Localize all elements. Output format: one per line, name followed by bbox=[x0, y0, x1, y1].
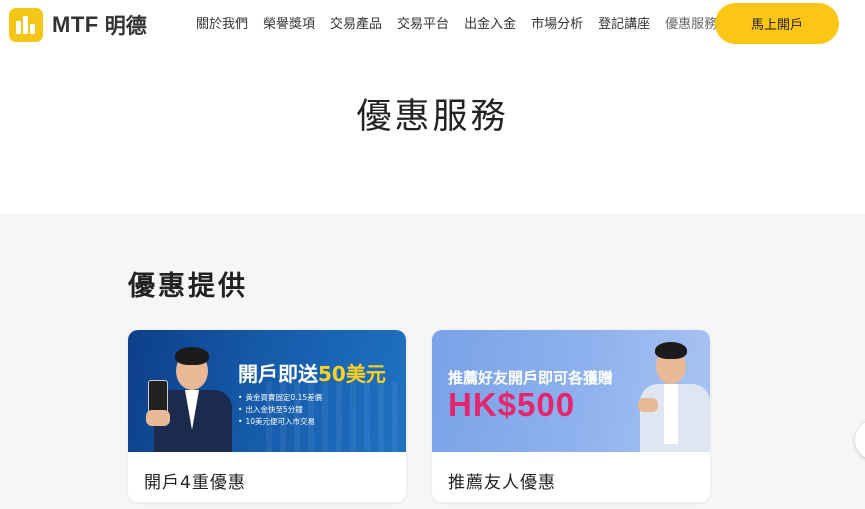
banner-bullet-list: 黃金買賣固定0.15差價 出入金快至5分鐘 10美元便可入市交易 bbox=[238, 392, 322, 428]
open-account-button[interactable]: 馬上開戶 bbox=[715, 3, 839, 44]
logo-text: MTF bbox=[52, 12, 99, 37]
banner-headline: 推薦好友開戶即可各獲贈 bbox=[448, 369, 614, 387]
logo-bars-icon bbox=[9, 8, 43, 42]
nav-item-about[interactable]: 關於我們 bbox=[196, 17, 248, 33]
nav-item-seminars[interactable]: 登記講座 bbox=[598, 17, 650, 33]
presenter-pointing-image bbox=[628, 336, 710, 452]
hero-section: 優惠服務 bbox=[0, 52, 865, 214]
offer-card-label: 推薦友人優惠 bbox=[448, 473, 556, 493]
nav-item-promotions[interactable]: 優惠服務 bbox=[665, 17, 717, 33]
logo-cn-text: 明德 bbox=[104, 14, 147, 38]
banner-bullet: 黃金買賣固定0.15差價 bbox=[238, 392, 322, 404]
page-title: 優惠服務 bbox=[356, 97, 509, 137]
offer-card-referral[interactable]: 推薦好友開戶即可各獲贈 HK$500 推薦友人優惠 bbox=[432, 330, 710, 502]
offers-section: 優惠提供 開戶即送50美元 黃金買賣固定0.15差價 出入金快至5分鐘 10美元… bbox=[0, 214, 865, 509]
main-nav: 關於我們 榮譽獎項 交易產品 交易平台 出金入金 市場分析 登記講座 優惠服務 bbox=[196, 17, 732, 33]
banner-amount: 50美元 bbox=[318, 362, 386, 386]
site-header: MTF 明德 關於我們 榮譽獎項 交易產品 交易平台 出金入金 市場分析 登記講… bbox=[0, 0, 865, 52]
nav-item-market-analysis[interactable]: 市場分析 bbox=[531, 17, 583, 33]
section-title: 優惠提供 bbox=[128, 271, 248, 302]
banner-amount: HK$500 bbox=[448, 386, 576, 423]
banner-headline: 開戶即送50美元 bbox=[238, 362, 386, 386]
nav-item-platforms[interactable]: 交易平台 bbox=[397, 17, 449, 33]
offer-card-account-opening[interactable]: 開戶即送50美元 黃金買賣固定0.15差價 出入金快至5分鐘 10美元便可入市交… bbox=[128, 330, 406, 502]
nav-item-products[interactable]: 交易產品 bbox=[330, 17, 382, 33]
banner-bullet: 10美元便可入市交易 bbox=[238, 416, 322, 428]
offer-banner-account-opening: 開戶即送50美元 黃金買賣固定0.15差價 出入金快至5分鐘 10美元便可入市交… bbox=[128, 330, 406, 452]
offer-banner-referral: 推薦好友開戶即可各獲贈 HK$500 bbox=[432, 330, 710, 452]
offer-card-label: 開戶4重優惠 bbox=[144, 473, 246, 493]
brand-logo[interactable]: MTF 明德 bbox=[9, 8, 147, 42]
nav-item-deposit-withdrawal[interactable]: 出金入金 bbox=[464, 17, 516, 33]
nav-item-awards[interactable]: 榮譽獎項 bbox=[263, 17, 315, 33]
banner-bullet: 出入金快至5分鐘 bbox=[238, 404, 322, 416]
presenter-with-phone-image bbox=[142, 340, 232, 452]
